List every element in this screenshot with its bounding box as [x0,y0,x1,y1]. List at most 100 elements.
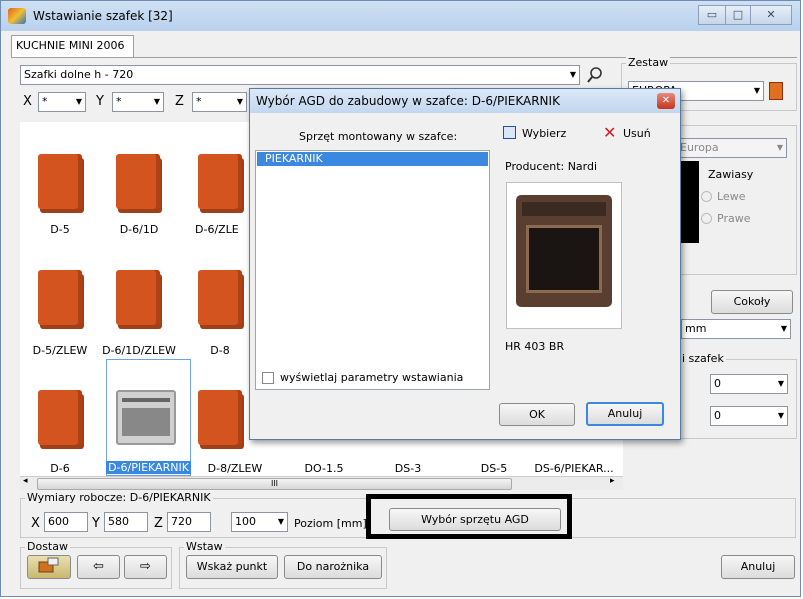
dialog-cancel-button[interactable]: Anuluj [586,402,664,426]
producer-label: Producent: Nardi [505,160,598,173]
poziom-value: 100 [235,515,256,528]
oven-cabinet-icon[interactable] [116,390,176,445]
poziom-combo[interactable]: 100 ▼ [231,512,288,532]
y-combo[interactable]: * ▼ [112,92,164,112]
app-icon [8,8,26,24]
cabinet-label[interactable]: DO-1.5 [284,462,364,475]
scroll-thumb[interactable]: III [37,478,512,490]
dialog-title: Wybór AGD do zabudowy w szafce: D-6/PIEK… [256,94,560,108]
cabinet-label[interactable]: D-8 [195,344,245,357]
dostaw-left-button[interactable]: ⇦ [77,555,120,579]
model-label: HR 403 BR [505,340,565,353]
cabinet-icon[interactable] [38,270,82,325]
dialog-title-bar[interactable]: Wybór AGD do zabudowy w szafce: D-6/PIEK… [250,89,680,113]
x-combo[interactable]: * ▼ [38,92,86,112]
z-combo[interactable]: * ▼ [192,92,247,112]
horizontal-scrollbar[interactable]: ◂ III ▸ [20,476,623,490]
category-combo[interactable]: Szafki dolne h - 720 ▼ [20,65,580,85]
radio-prawe[interactable] [701,213,712,224]
cabinet-icon[interactable] [116,154,160,209]
cabinet-icon[interactable] [198,154,242,209]
oven-panel [122,398,170,402]
catalog-icon[interactable] [769,82,783,100]
cabinet-label[interactable]: D-6/1D/ZLEW [99,344,179,357]
prawe-label: Prawe [717,212,751,225]
x-dim-field[interactable]: 600 [44,512,88,532]
cabinet-label[interactable]: DS-5 [454,462,534,475]
tab-kuchnie[interactable]: KUCHNIE MINI 2006 [11,35,134,57]
front-combo[interactable]: Europa ▼ [676,138,787,158]
cabinet-label[interactable]: D-6/1D [99,223,179,236]
szafek-group [676,359,797,439]
equipment-list[interactable]: PIEKARNIK [255,150,490,390]
y-dim-field[interactable]: 580 [104,512,148,532]
cancel-button[interactable]: Anuluj [721,555,795,579]
scroll-left-icon[interactable]: ◂ [23,476,28,486]
cabinet-icon[interactable] [198,270,242,325]
x-label: X [23,94,32,109]
chevron-down-icon: ▼ [153,97,160,106]
cabinet-attach-icon [38,557,59,573]
close-button[interactable]: ✕ [750,5,792,25]
cabinet-label[interactable]: D-8/ZLEW [195,462,275,475]
chevron-down-icon: ▼ [277,517,284,526]
remove-label: Usuń [623,127,651,140]
params-checkbox[interactable] [262,372,274,384]
search-icon[interactable] [585,65,605,85]
chevron-down-icon: ▼ [569,70,576,79]
cabinet-label[interactable]: DS-6/PIEKAR... [525,462,623,475]
cabinet-icon[interactable] [116,270,160,325]
z-dim-field[interactable]: 720 [167,512,211,532]
ok-button[interactable]: OK [499,403,575,426]
cabinet-label[interactable]: D-6/ZLE [195,223,250,236]
color-swatch [681,161,699,243]
maximize-button[interactable]: □ [725,5,751,25]
wskaz-punkt-button[interactable]: Wskaż punkt [186,555,278,579]
chevron-down-icon: ▼ [236,97,243,106]
category-value: Szafki dolne h - 720 [24,68,134,81]
list-item[interactable]: PIEKARNIK [257,152,488,166]
dialog-close-icon[interactable]: ✕ [657,93,675,109]
unit-combo[interactable]: mm ▼ [681,319,791,339]
x-value: * [42,95,48,108]
window-title: Wstawianie szafek [32] [33,9,173,23]
cabinet-icon[interactable] [38,154,82,209]
oven-body [516,195,612,307]
dostaw-icon-button[interactable] [27,555,71,579]
title-bar[interactable]: Wstawianie szafek [32] ▭ □ ✕ [1,1,800,31]
do-naroznika-button[interactable]: Do narożnika [284,555,382,579]
szafek-combo-2[interactable]: 0 ▼ [710,406,788,426]
params-checkbox-label: wyświetlaj parametry wstawiania [280,371,464,384]
select-label: Wybierz [522,127,567,140]
chevron-down-icon: ▼ [776,143,783,152]
dostaw-right-button[interactable]: ⇨ [124,555,167,579]
cabinet-label[interactable]: D-5 [20,223,100,236]
cabinet-label[interactable]: DS-3 [368,462,448,475]
scroll-right-icon[interactable]: ▸ [610,476,615,486]
cabinet-label[interactable]: D-5/ZLEW [20,344,100,357]
minimize-button[interactable]: ▭ [698,5,726,25]
checkbox-icon [503,126,516,139]
delete-icon: ✕ [603,123,617,142]
agd-dialog: Wybór AGD do zabudowy w szafce: D-6/PIEK… [249,88,681,440]
szafek-label: i szafek [680,352,726,365]
wstaw-label: Wstaw [184,540,225,553]
unit-value: mm [685,322,707,335]
poziom-label: Poziom [mm] [294,517,367,530]
list-header: Sprzęt montowany w szafce: [299,130,458,143]
chevron-down-icon: ▼ [753,86,760,95]
front-value: Europa [680,141,719,154]
cabinet-icon[interactable] [198,390,242,445]
cokoly-button[interactable]: Cokoły [711,290,793,314]
cabinet-label-selected[interactable]: D-6/PIEKARNIK [106,461,191,474]
tab-label: KUCHNIE MINI 2006 [16,39,125,52]
cabinet-label[interactable]: D-6 [20,462,100,475]
z-label: Z [175,94,184,109]
radio-lewe[interactable] [701,191,712,202]
oven-window [526,225,602,293]
zestaw-label: Zestaw [626,56,671,69]
chevron-down-icon: ▼ [777,379,784,388]
cabinet-icon[interactable] [38,390,82,445]
szafek-combo-1[interactable]: 0 ▼ [710,374,788,394]
chevron-down-icon: ▼ [780,324,787,333]
